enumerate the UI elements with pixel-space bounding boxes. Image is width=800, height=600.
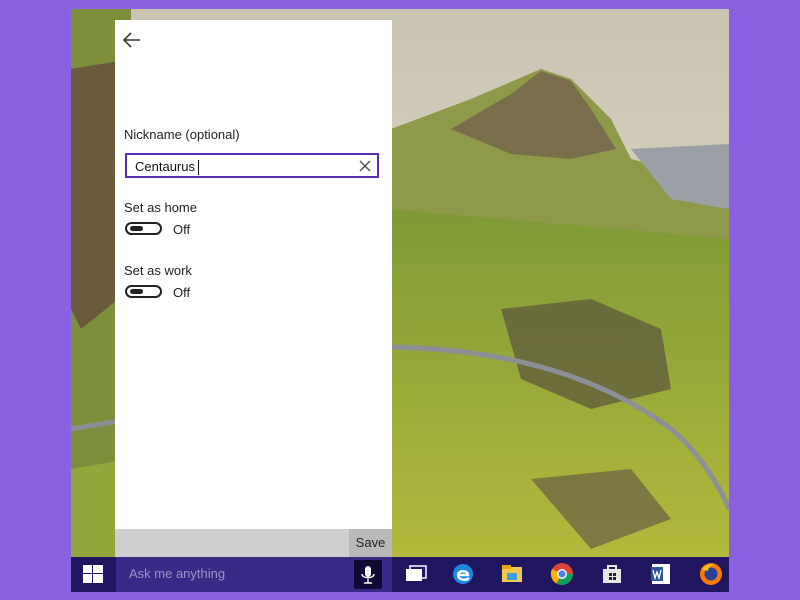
work-label: Set as work <box>124 263 192 278</box>
home-label: Set as home <box>124 200 197 215</box>
nickname-label: Nickname (optional) <box>124 127 240 142</box>
clear-icon[interactable] <box>359 160 371 172</box>
save-bar: Save <box>115 529 392 557</box>
desktop-screen: Nickname (optional) Centaurus Set as hom… <box>71 9 729 592</box>
location-settings-panel: Nickname (optional) Centaurus Set as hom… <box>115 20 392 557</box>
nickname-input[interactable]: Centaurus <box>125 153 379 178</box>
home-toggle[interactable] <box>125 222 162 235</box>
toggle-knob <box>130 289 143 294</box>
work-toggle[interactable] <box>125 285 162 298</box>
text-caret <box>197 160 199 176</box>
chrome-icon[interactable] <box>549 561 575 587</box>
save-button[interactable]: Save <box>349 529 392 557</box>
word-icon[interactable] <box>648 561 674 587</box>
windows-icon[interactable] <box>71 557 115 592</box>
file-explorer-icon[interactable] <box>499 561 525 587</box>
nickname-value[interactable]: Centaurus <box>135 159 199 176</box>
store-icon[interactable] <box>599 561 625 587</box>
search-placeholder: Ask me anything <box>129 566 226 581</box>
task-view-icon[interactable] <box>403 561 429 587</box>
taskbar: Ask me anything <box>71 557 729 592</box>
toggle-knob <box>130 226 143 231</box>
firefox-icon[interactable] <box>698 561 724 587</box>
home-toggle-state: Off <box>173 222 191 237</box>
work-toggle-state: Off <box>173 285 191 300</box>
microphone-icon[interactable] <box>354 560 382 589</box>
edge-icon[interactable] <box>450 561 476 587</box>
back-arrow-icon[interactable] <box>121 30 143 50</box>
search-box[interactable]: Ask me anything <box>116 557 392 592</box>
